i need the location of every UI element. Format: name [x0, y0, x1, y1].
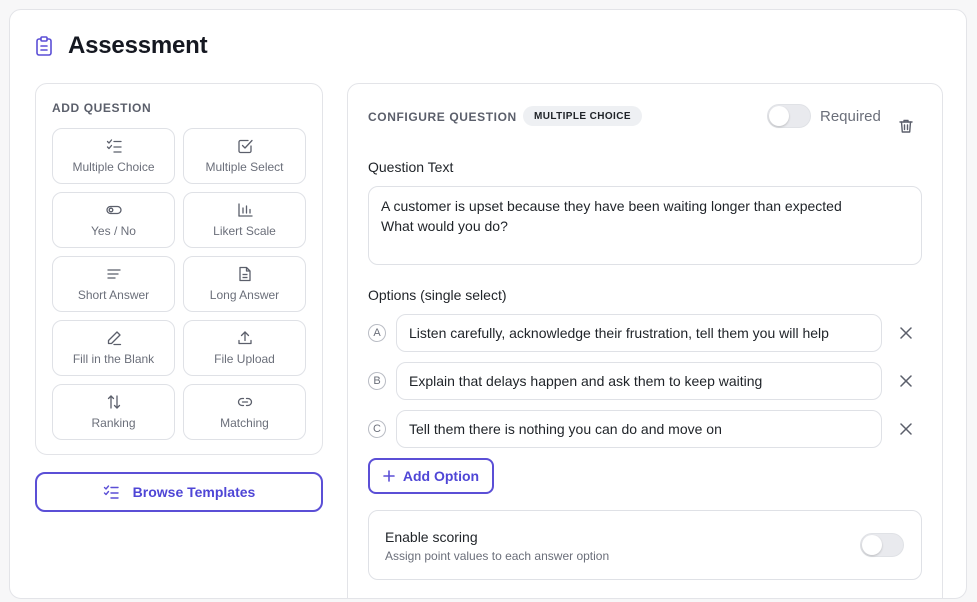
- close-icon[interactable]: [899, 422, 913, 436]
- question-type-label: Yes / No: [91, 224, 136, 238]
- clipboard-icon: [34, 36, 54, 56]
- question-type-short-answer[interactable]: Short Answer: [52, 256, 175, 312]
- option-row: B Explain that delays happen and ask the…: [368, 362, 924, 400]
- toggle-icon: [105, 202, 122, 218]
- upload-icon: [237, 330, 253, 346]
- option-input[interactable]: Listen carefully, acknowledge their frus…: [396, 314, 882, 352]
- question-type-label: Likert Scale: [213, 224, 276, 238]
- scoring-section: Enable scoring Assign point values to ea…: [368, 510, 922, 580]
- question-text-label: Question Text: [368, 159, 454, 175]
- required-control: Required: [767, 104, 881, 128]
- short-text-icon: [106, 266, 122, 282]
- checkbox-icon: [237, 138, 253, 154]
- link-icon: [237, 394, 253, 410]
- question-type-multiple-select[interactable]: Multiple Select: [183, 128, 306, 184]
- question-type-ranking[interactable]: Ranking: [52, 384, 175, 440]
- page-header: Assessment: [34, 32, 208, 60]
- browse-templates-label: Browse Templates: [132, 484, 256, 500]
- add-option-label: Add Option: [402, 468, 480, 484]
- question-type-badge: MULTIPLE CHOICE: [523, 106, 642, 126]
- question-type-label: Multiple Choice: [72, 160, 155, 174]
- browse-templates-button[interactable]: Browse Templates: [35, 472, 323, 512]
- option-row: A Listen carefully, acknowledge their fr…: [368, 314, 924, 352]
- configure-question-label: CONFIGURE QUESTION: [368, 110, 517, 124]
- list-check-icon: [103, 484, 119, 500]
- plus-icon: [383, 470, 395, 482]
- question-type-label: Long Answer: [209, 288, 280, 302]
- question-type-grid: Multiple Choice Multiple Select Yes / No…: [52, 128, 306, 440]
- bar-chart-icon: [237, 202, 253, 218]
- options-label: Options (single select): [368, 287, 507, 303]
- question-type-label: Matching: [220, 416, 269, 430]
- required-label: Required: [820, 107, 881, 125]
- scoring-subtitle: Assign point values to each answer optio…: [385, 549, 610, 563]
- question-type-multiple-choice[interactable]: Multiple Choice: [52, 128, 175, 184]
- question-type-label: Short Answer: [77, 288, 150, 302]
- question-type-label: Fill in the Blank: [72, 352, 155, 366]
- option-input[interactable]: Explain that delays happen and ask them …: [396, 362, 882, 400]
- question-type-label: File Upload: [214, 352, 275, 366]
- scoring-toggle[interactable]: [860, 533, 904, 557]
- configure-question-panel: CONFIGURE QUESTION MULTIPLE CHOICE Requi…: [347, 83, 943, 598]
- trash-icon[interactable]: [897, 117, 915, 135]
- question-type-likert-scale[interactable]: Likert Scale: [183, 192, 306, 248]
- question-type-fill-blank[interactable]: Fill in the Blank: [52, 320, 175, 376]
- option-input[interactable]: Tell them there is nothing you can do an…: [396, 410, 882, 448]
- assessment-card: Assessment ADD QUESTION Multiple Choice: [9, 9, 967, 599]
- question-type-matching[interactable]: Matching: [183, 384, 306, 440]
- question-type-file-upload[interactable]: File Upload: [183, 320, 306, 376]
- required-toggle[interactable]: [767, 104, 811, 128]
- question-type-yes-no[interactable]: Yes / No: [52, 192, 175, 248]
- scoring-title: Enable scoring: [385, 529, 478, 545]
- list-check-icon: [106, 138, 122, 154]
- sort-arrows-icon: [106, 394, 122, 410]
- option-letter: A: [368, 324, 386, 342]
- add-question-label: ADD QUESTION: [52, 101, 152, 115]
- add-question-panel: ADD QUESTION Multiple Choice Multiple Se…: [35, 83, 323, 455]
- option-letter: C: [368, 420, 386, 438]
- option-letter: B: [368, 372, 386, 390]
- add-option-button[interactable]: Add Option: [368, 458, 494, 494]
- question-type-long-answer[interactable]: Long Answer: [183, 256, 306, 312]
- document-icon: [237, 266, 253, 282]
- page-title: Assessment: [68, 32, 208, 59]
- close-icon[interactable]: [899, 374, 913, 388]
- option-row: C Tell them there is nothing you can do …: [368, 410, 924, 448]
- question-text-input[interactable]: A customer is upset because they have be…: [368, 186, 922, 265]
- question-type-label: Ranking: [91, 416, 136, 430]
- close-icon[interactable]: [899, 326, 913, 340]
- question-type-label: Multiple Select: [205, 160, 284, 174]
- pencil-icon: [106, 330, 122, 346]
